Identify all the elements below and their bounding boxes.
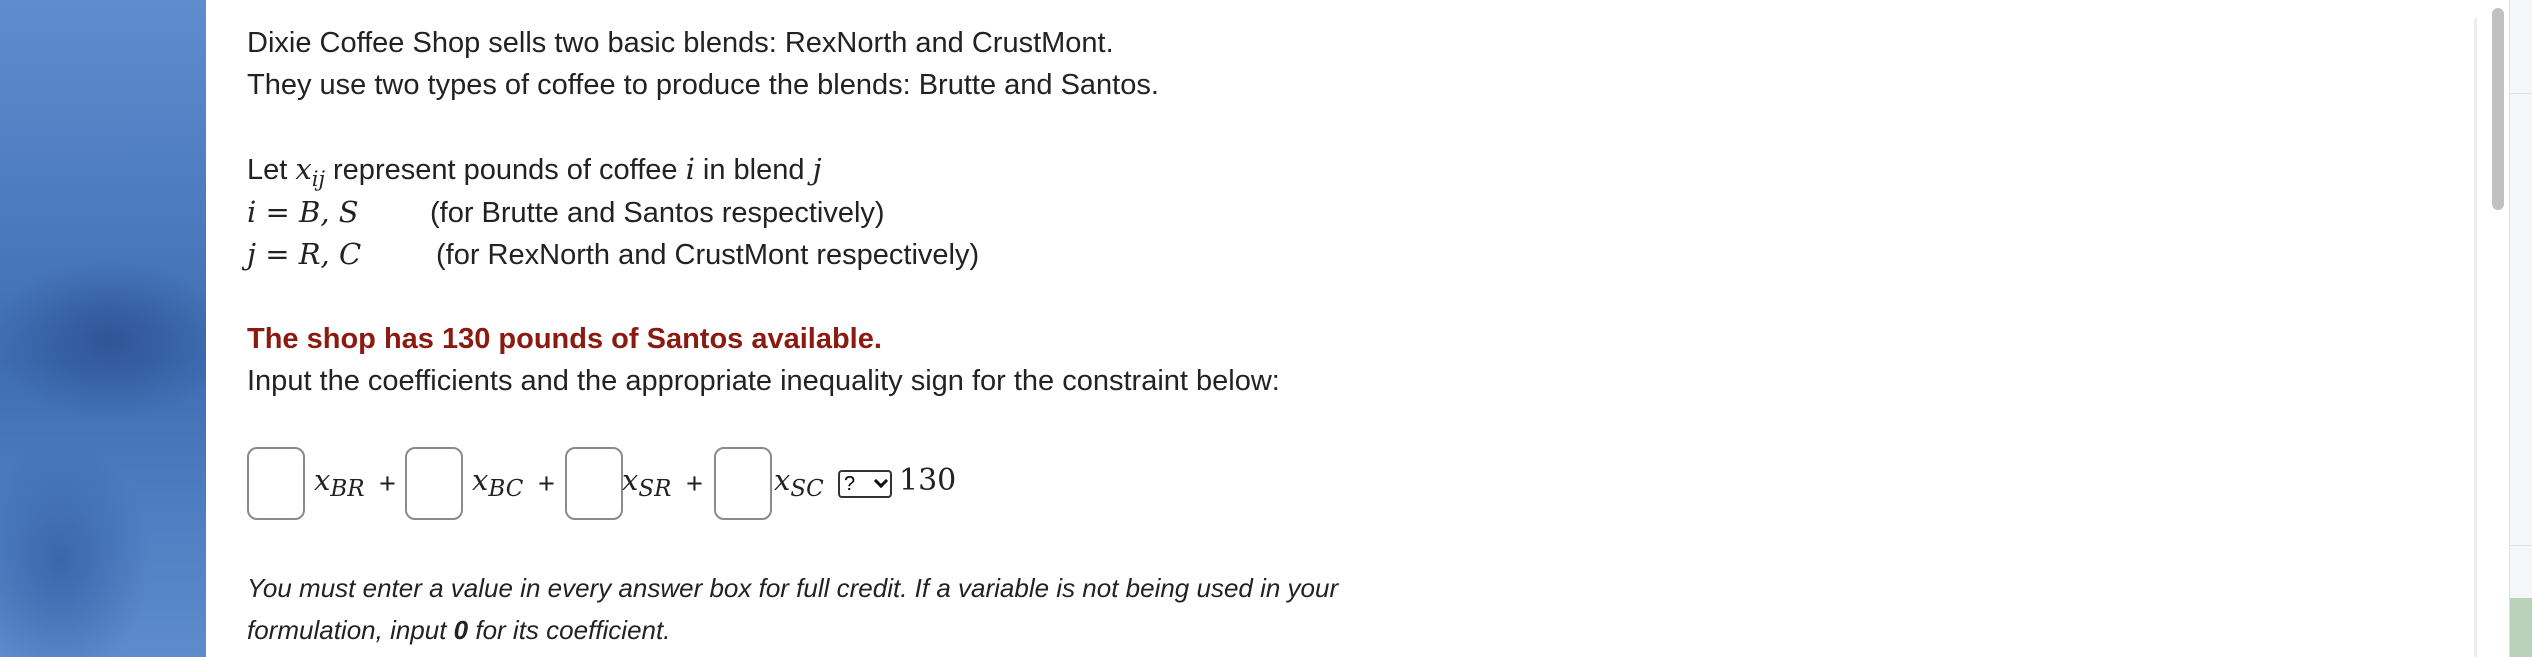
x-ij-variable: xij (295, 152, 325, 191)
i-definition-math: i = B, S (247, 195, 359, 229)
note-line-1: You must enter a value in every answer b… (247, 573, 1339, 603)
i-variable: i (685, 152, 695, 186)
i-definition-text: (for Brutte and Santos respectively) (430, 197, 885, 229)
constraint-rhs-value: 130 (899, 463, 957, 498)
constraint-statement: The shop has 130 pounds of Santos availa… (247, 323, 882, 355)
j-definition-math: j = R, C (247, 237, 362, 271)
variable-xBC: xBC (472, 463, 524, 502)
coefficient-input-xSC[interactable] (714, 447, 772, 520)
coefficient-input-xSR[interactable] (565, 447, 623, 520)
background-left-panel (0, 0, 206, 657)
variable-xSC: xSC (774, 463, 824, 502)
note-line-2: formulation, input 0 for its coefficient… (247, 615, 671, 645)
variable-xSR: xSR (622, 463, 672, 502)
plus-sign-2: + (538, 468, 555, 500)
scrollbar-track (2474, 18, 2477, 657)
j-variable: j (812, 152, 822, 186)
coefficient-input-xBC[interactable] (405, 447, 463, 520)
let-middle: represent pounds of coffee (324, 154, 686, 186)
let-middle-2: in blend (694, 154, 813, 186)
variable-definition: Let xij represent pounds of coffee i in … (247, 155, 822, 190)
vertical-scrollbar[interactable] (2472, 0, 2510, 657)
inequality-selected-value: ? (844, 473, 856, 495)
zero-emphasis: 0 (453, 615, 469, 645)
i-definition-row: i = B, S (for Brutte and Santos respectiv… (247, 198, 885, 228)
variable-xBR: xBR (314, 463, 365, 502)
scrollbar-thumb[interactable] (2492, 8, 2504, 210)
plus-sign-1: + (379, 468, 396, 500)
chevron-down-icon (873, 473, 889, 489)
j-definition-row: j = R, C (for RexNorth and CrustMont resp… (247, 240, 979, 270)
instruction-text: Input the coefficients and the appropria… (247, 365, 1280, 397)
intro-line-2: They use two types of coffee to produce … (247, 69, 1159, 101)
intro-line-1: Dixie Coffee Shop sells two basic blends… (247, 27, 1114, 59)
j-definition-text: (for RexNorth and CrustMont respectively… (436, 239, 980, 271)
plus-sign-3: + (686, 468, 703, 500)
inequality-select[interactable]: ? (838, 470, 892, 498)
let-prefix: Let (247, 154, 296, 186)
coefficient-input-xBR[interactable] (247, 447, 305, 520)
background-right-panel (2509, 0, 2532, 657)
